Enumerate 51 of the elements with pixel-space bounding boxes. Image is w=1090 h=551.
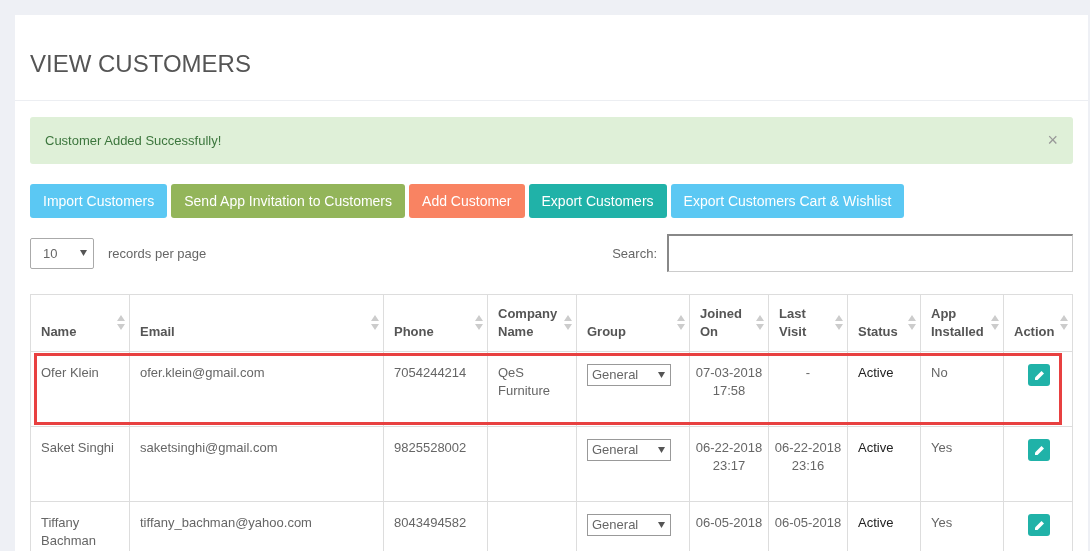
- pencil-icon: [1033, 519, 1045, 531]
- search-label: Search:: [612, 245, 657, 261]
- sort-icon[interactable]: [835, 315, 843, 331]
- group-select[interactable]: General: [587, 514, 671, 536]
- date-text: 06-22-2018 23:17: [695, 440, 763, 473]
- status-text: Active: [858, 515, 894, 530]
- sort-icon[interactable]: [475, 315, 483, 331]
- group-select[interactable]: General: [587, 439, 671, 461]
- edit-button[interactable]: [1028, 514, 1050, 536]
- table-cell: Yes: [931, 440, 953, 455]
- table-cell: Saket Singhi: [41, 440, 114, 455]
- table-cell: saketsinghi@gmail.com: [140, 440, 278, 455]
- sort-icon[interactable]: [371, 315, 379, 331]
- table-cell: Ofer Klein: [41, 365, 99, 380]
- sort-icon[interactable]: [991, 315, 999, 331]
- date-text: 06-05-2018: [695, 515, 763, 530]
- caret-icon: [80, 250, 87, 256]
- table-cell: 7054244214: [394, 365, 467, 380]
- sort-icon[interactable]: [756, 315, 764, 331]
- sort-icon[interactable]: [117, 315, 125, 331]
- date-text: 06-22-2018 23:16: [774, 440, 842, 473]
- table-cell: 9825528002: [394, 440, 467, 455]
- sort-icon[interactable]: [677, 315, 685, 331]
- table-cell: QeS Furniture: [498, 365, 551, 398]
- table-cell: tiffany_bachman@yahoo.com: [140, 515, 312, 530]
- status-text: Active: [858, 440, 894, 455]
- sort-icon[interactable]: [564, 315, 572, 331]
- date-text: 06-05-2018: [774, 515, 842, 530]
- alert-message: Customer Added Successfully!: [45, 133, 222, 148]
- edit-button[interactable]: [1028, 364, 1050, 386]
- date-text: 07-03-2018 17:58: [695, 365, 763, 398]
- pencil-icon: [1033, 444, 1045, 456]
- pencil-icon: [1033, 369, 1045, 381]
- table-cell: Tiffany Bachman: [41, 515, 96, 548]
- records-label: records per page: [108, 245, 207, 261]
- search-field[interactable]: [667, 234, 1073, 272]
- edit-button[interactable]: [1028, 439, 1050, 461]
- date-text: -: [805, 365, 811, 380]
- table-cell: Yes: [931, 515, 953, 530]
- sort-icon[interactable]: [908, 315, 916, 331]
- table-cell: No: [931, 365, 948, 380]
- status-text: Active: [858, 365, 894, 380]
- caret-icon: [658, 372, 665, 378]
- table-cell: ofer.klein@gmail.com: [140, 365, 265, 380]
- page-title: VIEW CUSTOMERS: [30, 49, 251, 78]
- page-size-select[interactable]: 10: [30, 237, 94, 269]
- table-cell: 8043494582: [394, 515, 467, 530]
- caret-icon: [658, 522, 665, 528]
- caret-icon: [658, 447, 665, 453]
- group-select[interactable]: General: [587, 364, 671, 386]
- sort-icon[interactable]: [1060, 315, 1068, 331]
